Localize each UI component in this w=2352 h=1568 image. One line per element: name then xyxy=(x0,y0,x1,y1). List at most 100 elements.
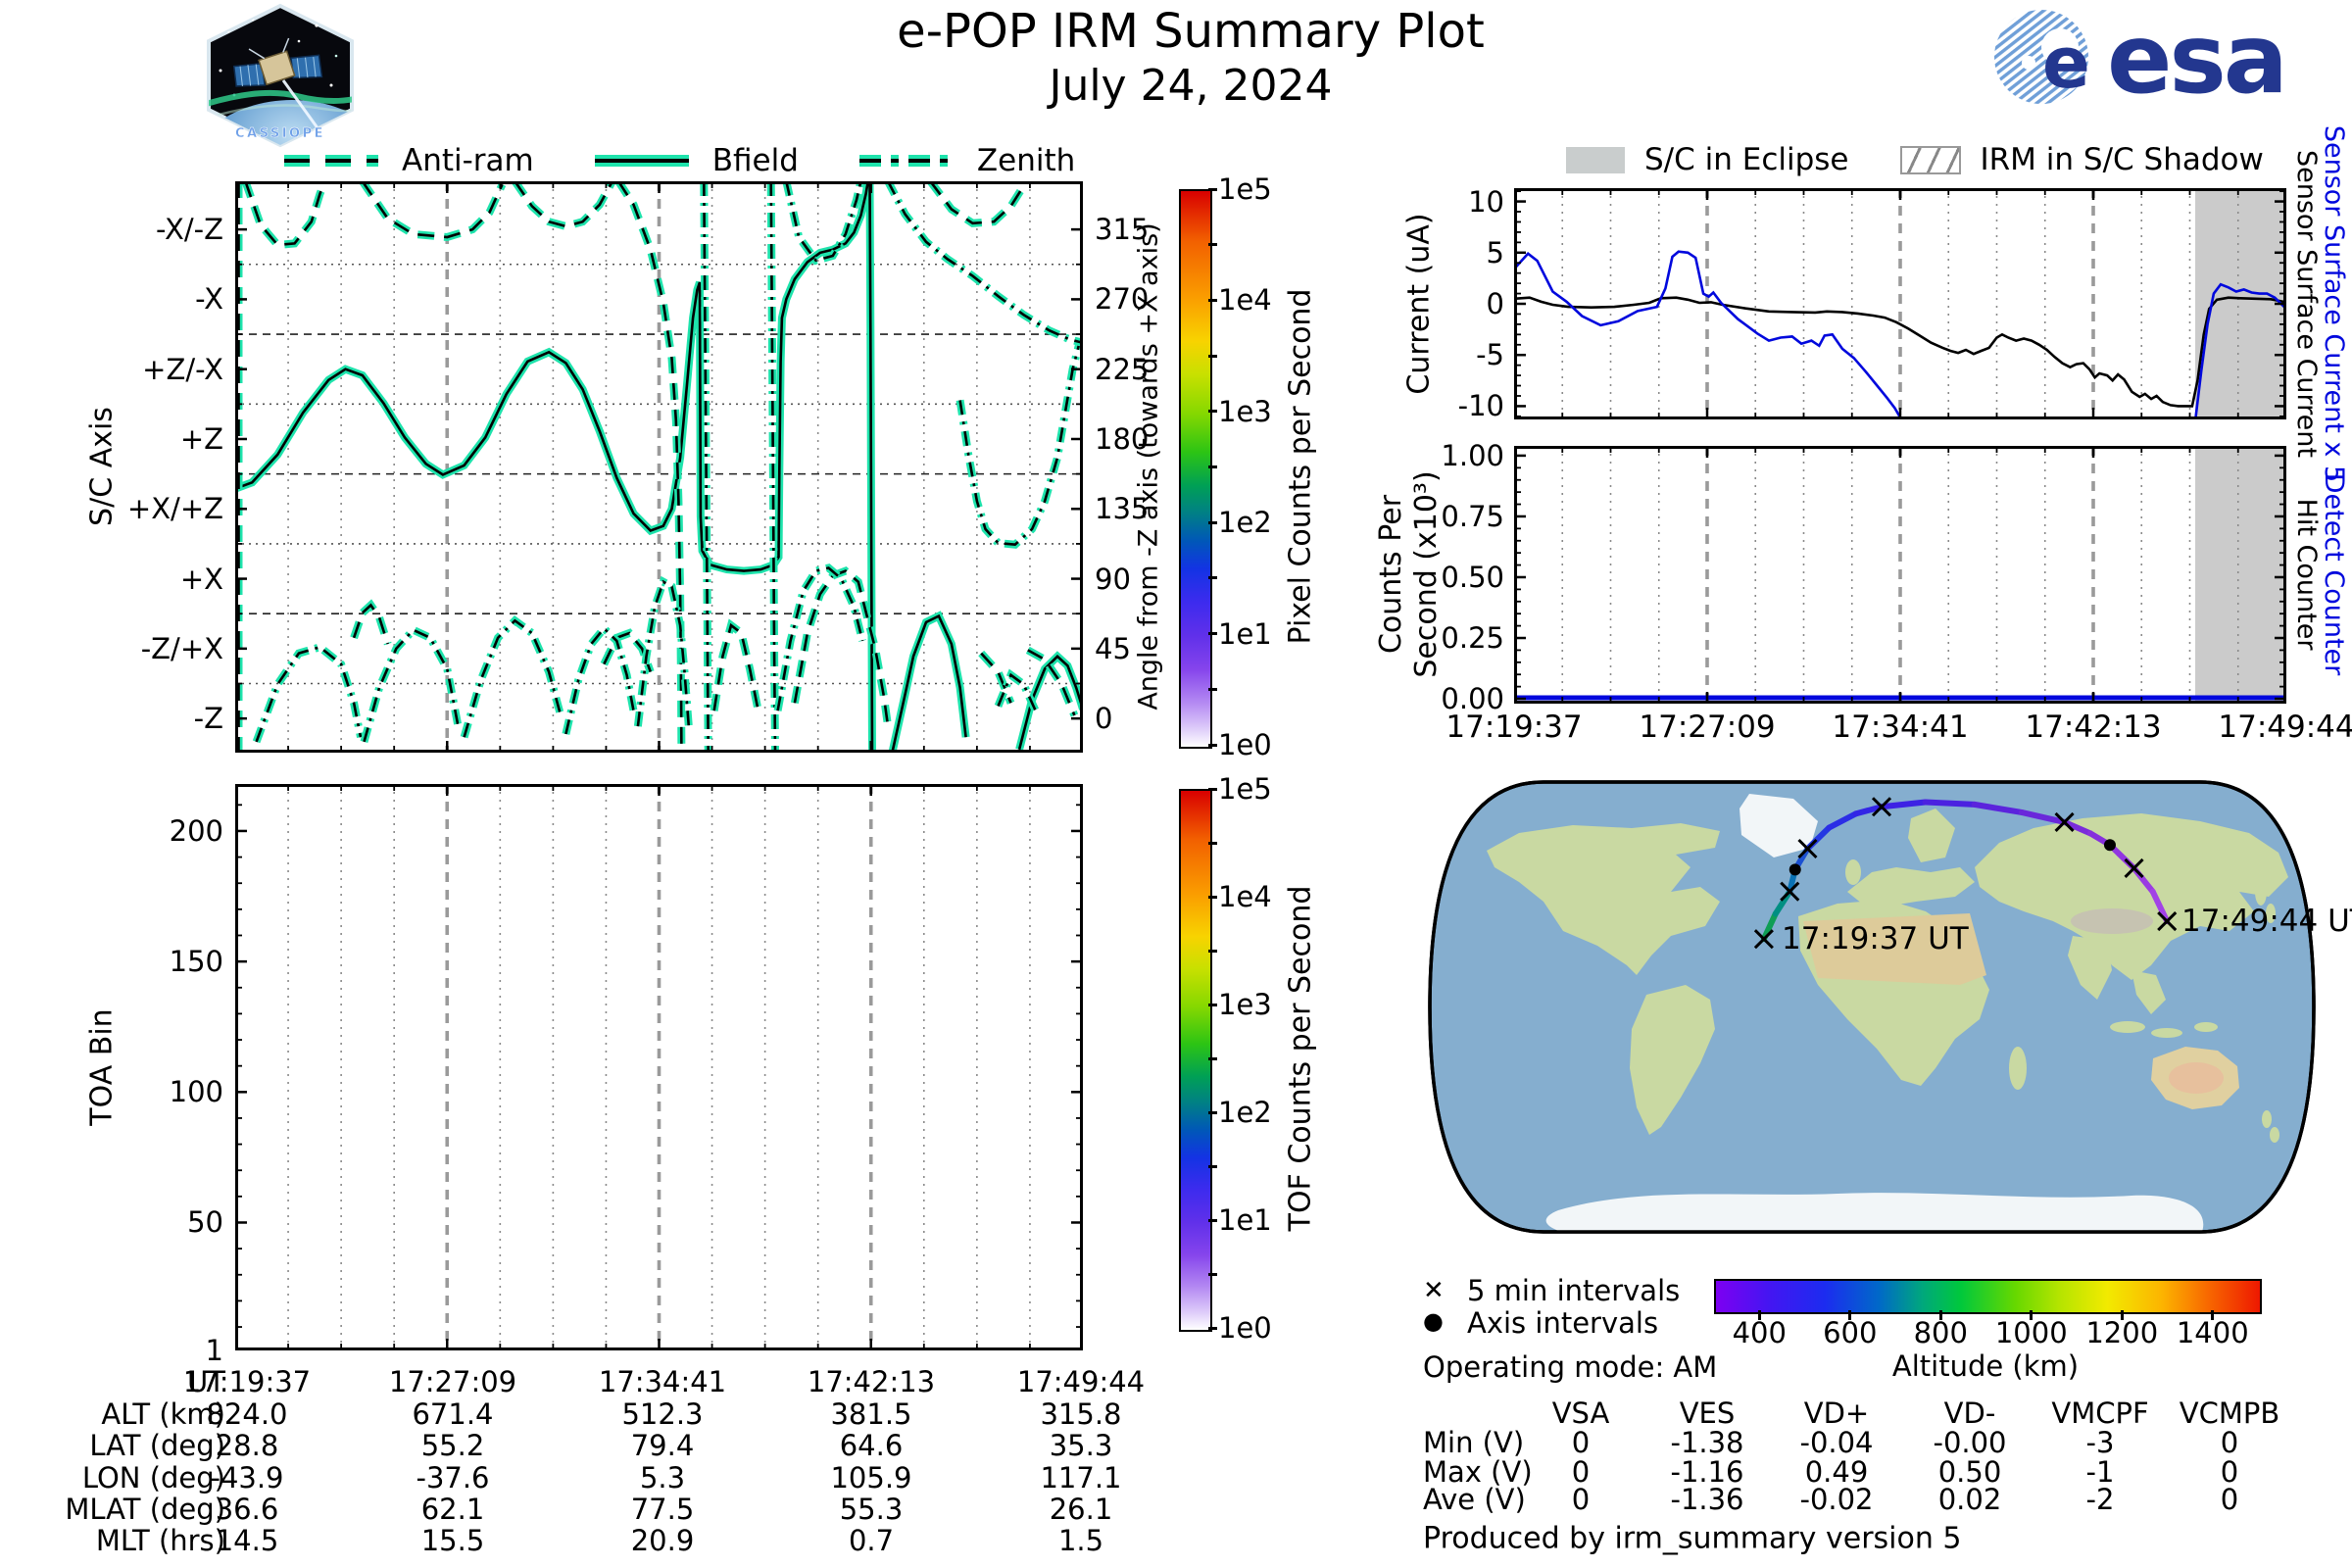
time-tick: 17:49:44 xyxy=(2218,710,2352,745)
table-cell: -37.6 xyxy=(416,1461,490,1494)
sc-ytick-right: 315 xyxy=(1095,213,1150,247)
shadow-hatch-icon xyxy=(1899,145,1961,174)
colorbar-tick-mark xyxy=(1208,1056,1217,1060)
axis-intervals-label: Axis intervals xyxy=(1467,1306,1659,1340)
table-cell: 17:49:44 xyxy=(1016,1365,1146,1398)
current-right-label-black: Sensor Surface Current xyxy=(2291,150,2322,458)
legend-label: S/C in Eclipse xyxy=(1644,142,1849,177)
voltage-cell: -3 xyxy=(2085,1426,2115,1459)
operating-mode: Operating mode: AM xyxy=(1423,1350,1718,1384)
table-cell: 1.5 xyxy=(1057,1524,1104,1557)
counts-right-label-blue: Detect Counter xyxy=(2319,472,2349,676)
orientation-legend: Anti-ram Bfield Zenith xyxy=(282,143,1114,178)
voltage-column-header: VCMPB xyxy=(2179,1396,2280,1430)
legend-item-bfield: Bfield xyxy=(593,143,799,178)
sc-ytick-left: -X xyxy=(195,282,223,317)
counts-ylabel: Counts Per Second (x10³) xyxy=(1374,470,1445,677)
voltage-row-label: Ave (V) xyxy=(1423,1483,1526,1516)
pixel-colorbar-tick: 1e1 xyxy=(1218,616,1272,651)
voltage-row-label: Min (V) xyxy=(1423,1426,1525,1459)
colorbar-tick-mark xyxy=(1208,576,1217,580)
current-ylabel: Current (uA) xyxy=(1401,213,1437,395)
sc-ylabel: S/C Axis xyxy=(84,407,120,526)
colorbar-tick-mark xyxy=(1208,410,1217,414)
current-ytick: 5 xyxy=(1486,235,1504,270)
altitude-tick: 400 xyxy=(1732,1316,1787,1349)
colorbar-tick-mark xyxy=(1208,949,1217,953)
toa-ytick: 1 xyxy=(205,1334,223,1367)
esa-wordmark: esa xyxy=(2107,6,2285,108)
tof-colorbar-tick: 1e1 xyxy=(1218,1203,1272,1237)
legend-label: Bfield xyxy=(711,143,799,178)
voltage-cell: 0 xyxy=(1571,1483,1591,1516)
tof-colorbar-tick: 1e0 xyxy=(1218,1311,1272,1345)
sc-ytick-right: 0 xyxy=(1095,702,1113,736)
sc-ytick-right: 90 xyxy=(1095,562,1131,596)
toa-ytick: 50 xyxy=(187,1205,223,1240)
legend-item-antiram: Anti-ram xyxy=(282,143,534,178)
voltage-cell: 0 xyxy=(1571,1426,1591,1459)
altitude-label: Altitude (km) xyxy=(1891,1349,2080,1383)
table-cell: 315.8 xyxy=(1040,1397,1122,1431)
tof-colorbar xyxy=(1179,789,1212,1332)
current-ytick: 10 xyxy=(1468,184,1504,219)
table-cell: 15.5 xyxy=(420,1524,485,1557)
legend-label: IRM in S/C Shadow xyxy=(1980,142,2264,177)
british-isles xyxy=(1845,859,1861,885)
page-title: e-POP IRM Summary Plot xyxy=(897,4,1485,59)
altitude-tick: 1000 xyxy=(1994,1316,2068,1349)
pixel-colorbar-tick: 1e5 xyxy=(1218,172,1272,206)
altitude-tick: 1200 xyxy=(2085,1316,2159,1349)
legend-item-zenith: Zenith xyxy=(858,143,1075,178)
table-cell: 55.3 xyxy=(839,1493,904,1526)
pixel-colorbar-label: Pixel Counts per Second xyxy=(1283,288,1318,645)
bfield-line-icon xyxy=(594,155,689,167)
epop-irm-summary-page: CASSIOPE e-POP IRM Summary Plot July 24,… xyxy=(0,0,2352,1568)
table-cell: 824.0 xyxy=(206,1397,288,1431)
toa-ytick: 150 xyxy=(169,945,223,979)
voltage-cell: -2 xyxy=(2085,1483,2115,1516)
esa-logo: e esa xyxy=(1994,6,2288,108)
colorbar-tick-mark xyxy=(1208,1164,1217,1168)
indonesia xyxy=(2110,1021,2145,1033)
antarctica xyxy=(1545,1193,2204,1232)
voltage-cell: 0 xyxy=(2220,1483,2239,1516)
table-cell: 79.4 xyxy=(630,1429,695,1462)
current-plot xyxy=(1514,188,2286,419)
pixel-colorbar-tick: 1e0 xyxy=(1218,728,1272,761)
esa-e-glyph: e xyxy=(2042,22,2090,104)
voltage-column-header: VES xyxy=(1679,1396,1736,1430)
sc-ytick-left: +Z/-X xyxy=(142,352,223,386)
voltage-cell: 0.02 xyxy=(1937,1483,2002,1516)
sc-ytick-right: 135 xyxy=(1095,492,1150,526)
patch-label: CASSIOPE xyxy=(235,126,325,141)
table-row-label: MLAT (deg) xyxy=(65,1493,225,1526)
sc-ytick-right: 180 xyxy=(1095,421,1150,456)
colorbar-tick-mark xyxy=(1208,520,1217,524)
table-cell: 117.1 xyxy=(1040,1461,1122,1494)
counts-ytick: 0.75 xyxy=(1441,499,1504,533)
table-cell: 55.2 xyxy=(420,1429,485,1462)
new-zealand xyxy=(2262,1110,2272,1128)
dot-marker-icon: ● xyxy=(1423,1307,1444,1335)
counts-ytick: 1.00 xyxy=(1441,438,1504,472)
colorbar-tick-mark xyxy=(1208,1326,1217,1330)
counts-plot xyxy=(1514,446,2286,704)
legend-item-eclipse: S/C in Eclipse xyxy=(1566,142,1849,177)
altitude-tick: 800 xyxy=(1913,1316,1968,1349)
madagascar xyxy=(2009,1047,2027,1090)
pixel-colorbar-tick: 1e3 xyxy=(1218,394,1272,428)
altitude-tick: 600 xyxy=(1823,1316,1878,1349)
sc-ytick-right: 45 xyxy=(1095,631,1131,665)
current-right-label-blue: Sensor Surface Current x 5 xyxy=(2319,124,2349,483)
time-tick: 17:27:09 xyxy=(1639,710,1776,745)
colorbar-tick-mark xyxy=(1208,687,1217,691)
colorbar-tick-mark xyxy=(1208,298,1217,302)
sc-ytick-left: -Z xyxy=(193,702,223,736)
counts-ytick: 0.50 xyxy=(1441,560,1504,594)
page-date: July 24, 2024 xyxy=(1049,61,1333,111)
cassiope-patch: CASSIOPE xyxy=(207,3,354,148)
table-cell: 17:34:41 xyxy=(598,1365,727,1398)
counts-ytick: 0.25 xyxy=(1441,621,1504,655)
sc-ytick-right: 225 xyxy=(1095,352,1150,386)
